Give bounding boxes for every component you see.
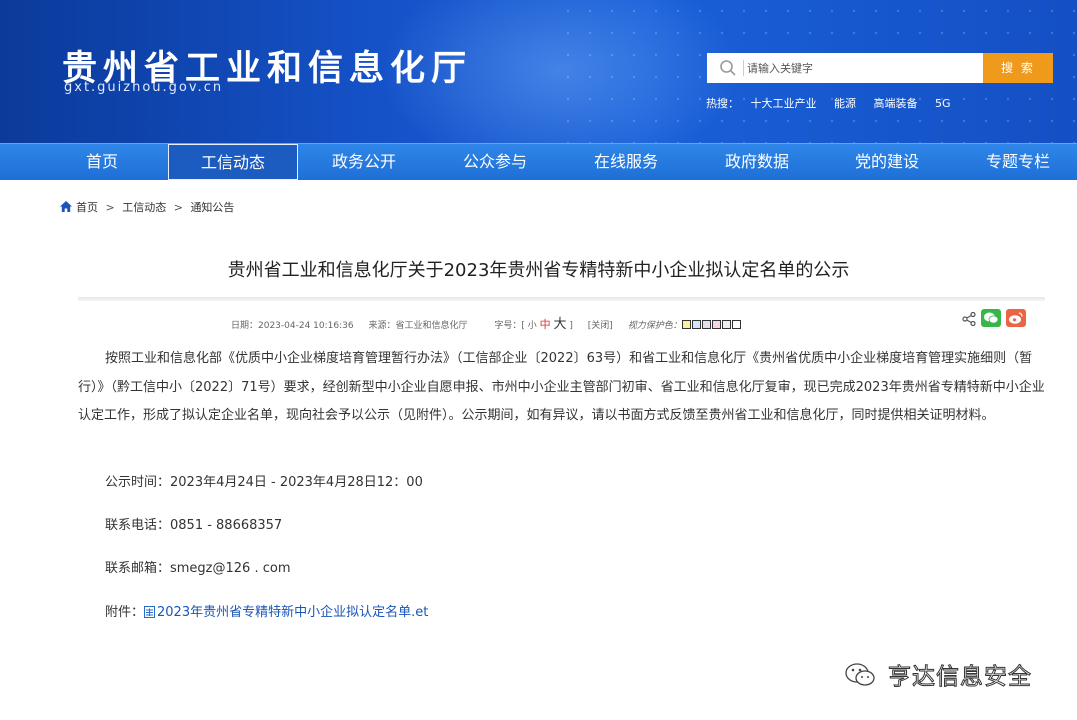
site-domain: gxt.guizhou.gov.cn (64, 80, 224, 95)
eye-color-swatch[interactable] (701, 320, 711, 329)
breadcrumb-separator: > (105, 201, 115, 214)
breadcrumb: 首页 > 工信动态 > 通知公告 (60, 199, 234, 215)
font-size-large[interactable]: 大 (554, 317, 567, 332)
nav-item-public-participation[interactable]: 公众参与 (430, 144, 560, 180)
attachment-label: 附件： (105, 605, 145, 620)
eye-color-swatch[interactable] (681, 320, 691, 329)
article-meta: 日期：2023-04-24 10:16:36 来源：省工业和信息化厅 字号：[ … (231, 313, 742, 332)
attachment: 附件： 2023年贵州省专精特新中小企业拟认定名单.et (105, 601, 428, 620)
search-input[interactable] (747, 53, 977, 83)
article-source: 来源：省工业和信息化厅 (368, 321, 468, 331)
home-icon (60, 201, 72, 212)
hot-search-item[interactable]: 高端装备 (874, 97, 918, 110)
contact-email: 联系邮箱：smegz@126 . com (105, 561, 291, 576)
title-divider (78, 297, 1045, 301)
eye-color-swatch[interactable] (691, 320, 701, 329)
font-size-small[interactable]: 小 (528, 321, 537, 331)
eye-color-swatch[interactable] (721, 320, 731, 329)
main-nav: 首页 工信动态 政务公开 公众参与 在线服务 政府数据 党的建设 专题专栏 (0, 143, 1077, 180)
eye-color-swatch[interactable] (711, 320, 721, 329)
nav-item-news[interactable]: 工信动态 (168, 144, 298, 180)
search-box (707, 53, 983, 83)
wechat-logo-icon (845, 663, 875, 686)
contact-phone: 联系电话：0851 - 88668357 (105, 518, 283, 533)
nav-item-government-data[interactable]: 政府数据 (692, 144, 822, 180)
hot-search-item[interactable]: 5G (935, 97, 951, 110)
nav-item-online-services[interactable]: 在线服务 (561, 144, 691, 180)
breadcrumb-home[interactable]: 首页 (76, 201, 98, 214)
search-icon (720, 60, 736, 76)
search-button[interactable]: 搜 索 (983, 53, 1053, 83)
share-icon[interactable] (962, 312, 976, 326)
article-title: 贵州省工业和信息化厅关于2023年贵州省专精特新中小企业拟认定名单的公示 (227, 260, 850, 281)
spreadsheet-file-icon (144, 606, 156, 618)
hot-search-label: 热搜： (706, 97, 739, 110)
eye-color-swatch[interactable] (731, 320, 741, 329)
breadcrumb-separator: > (173, 201, 183, 214)
nav-item-party-building[interactable]: 党的建设 (822, 144, 952, 180)
breadcrumb-item[interactable]: 工信动态 (122, 201, 166, 214)
weibo-share-icon[interactable] (1006, 309, 1026, 327)
hot-search-item[interactable]: 能源 (834, 97, 856, 110)
watermark-text: 亨达信息安全 (888, 664, 1032, 691)
breadcrumb-item[interactable]: 通知公告 (190, 201, 234, 214)
hot-search: 热搜： 十大工业产业 能源 高端装备 5G (706, 95, 965, 111)
nav-item-special-topics[interactable]: 专题专栏 (953, 144, 1077, 180)
close-link[interactable]: [关闭] (588, 321, 613, 331)
nav-item-government-affairs[interactable]: 政务公开 (299, 144, 429, 180)
eye-protect-label: 视力保护色： (627, 321, 682, 331)
article-body: 按照工业和信息化部《优质中小企业梯度培育管理暂行办法》（工信部企业〔2022〕6… (78, 351, 1045, 423)
attachment-link[interactable]: 2023年贵州省专精特新中小企业拟认定名单.et (157, 605, 428, 620)
publicity-period: 公示时间：2023年4月24日 - 2023年4月28日12：00 (105, 475, 423, 490)
wechat-share-icon[interactable] (981, 309, 1001, 327)
font-size-label: 字号：[ (494, 321, 525, 331)
nav-item-home[interactable]: 首页 (37, 144, 167, 180)
publish-date: 日期：2023-04-24 10:16:36 (231, 321, 354, 331)
search-divider (743, 60, 744, 76)
font-size-close-bracket: ] (569, 321, 573, 331)
hot-search-item[interactable]: 十大工业产业 (751, 97, 817, 110)
site-header: 贵州省工业和信息化厅 gxt.guizhou.gov.cn 搜 索 热搜： 十大… (0, 0, 1077, 143)
font-size-medium[interactable]: 中 (540, 318, 551, 331)
